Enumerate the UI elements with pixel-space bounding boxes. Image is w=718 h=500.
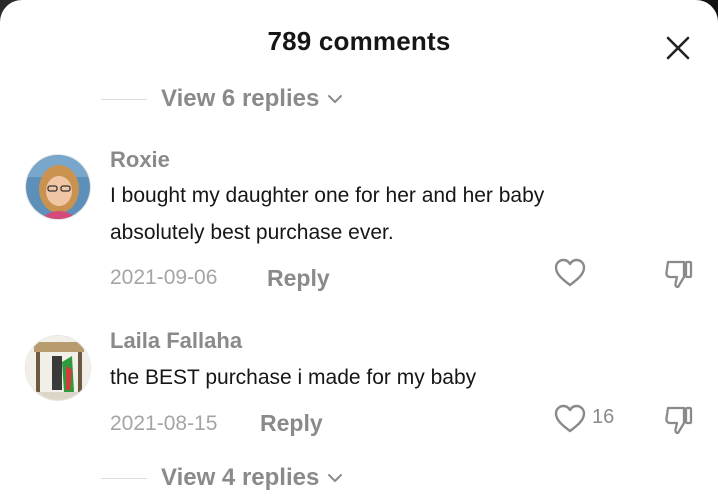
avatar-laila[interactable] xyxy=(25,335,91,401)
thumbs-down-icon xyxy=(665,260,693,289)
view-replies-top[interactable]: View 6 replies xyxy=(101,82,343,116)
divider-line xyxy=(101,477,147,479)
close-button[interactable] xyxy=(660,30,696,66)
heart-outline-icon xyxy=(554,404,586,433)
comment-text-line: absolutely best purchase ever. xyxy=(110,221,394,244)
comment-text: I bought my daughter one for her and her… xyxy=(110,177,630,251)
comment-count-title: 789 comments xyxy=(267,26,451,56)
comment-username[interactable]: Roxie xyxy=(110,147,170,173)
comment-text-line: the BEST purchase i made for my baby xyxy=(110,366,477,389)
divider-line xyxy=(101,98,147,100)
chevron-down-icon xyxy=(328,95,343,103)
view-replies-label: View 6 replies xyxy=(161,85,320,112)
heart-outline-icon xyxy=(554,258,586,287)
comment-date: 2021-09-06 xyxy=(110,266,218,289)
chevron-down-icon xyxy=(328,474,343,482)
like-button[interactable] xyxy=(553,403,587,440)
reply-button[interactable]: Reply xyxy=(260,410,323,437)
avatar-roxie[interactable] xyxy=(25,154,91,220)
comment-username[interactable]: Laila Fallaha xyxy=(110,328,242,354)
view-replies-label: View 4 replies xyxy=(161,464,320,491)
dislike-button[interactable] xyxy=(662,403,696,442)
comment-date: 2021-08-15 xyxy=(110,412,218,435)
comments-sheet: 789 comments View 6 replies Roxie I boug… xyxy=(0,0,718,500)
like-count: 16 xyxy=(592,406,615,428)
view-replies-bottom[interactable]: View 4 replies xyxy=(101,461,343,495)
thumbs-down-icon xyxy=(665,406,693,435)
close-icon xyxy=(666,36,690,60)
like-button[interactable] xyxy=(553,257,587,294)
comment-text: the BEST purchase i made for my baby xyxy=(110,359,630,396)
reply-button[interactable]: Reply xyxy=(267,265,330,292)
dislike-button[interactable] xyxy=(662,257,696,296)
comment-text-line: I bought my daughter one for her and her… xyxy=(110,184,545,207)
